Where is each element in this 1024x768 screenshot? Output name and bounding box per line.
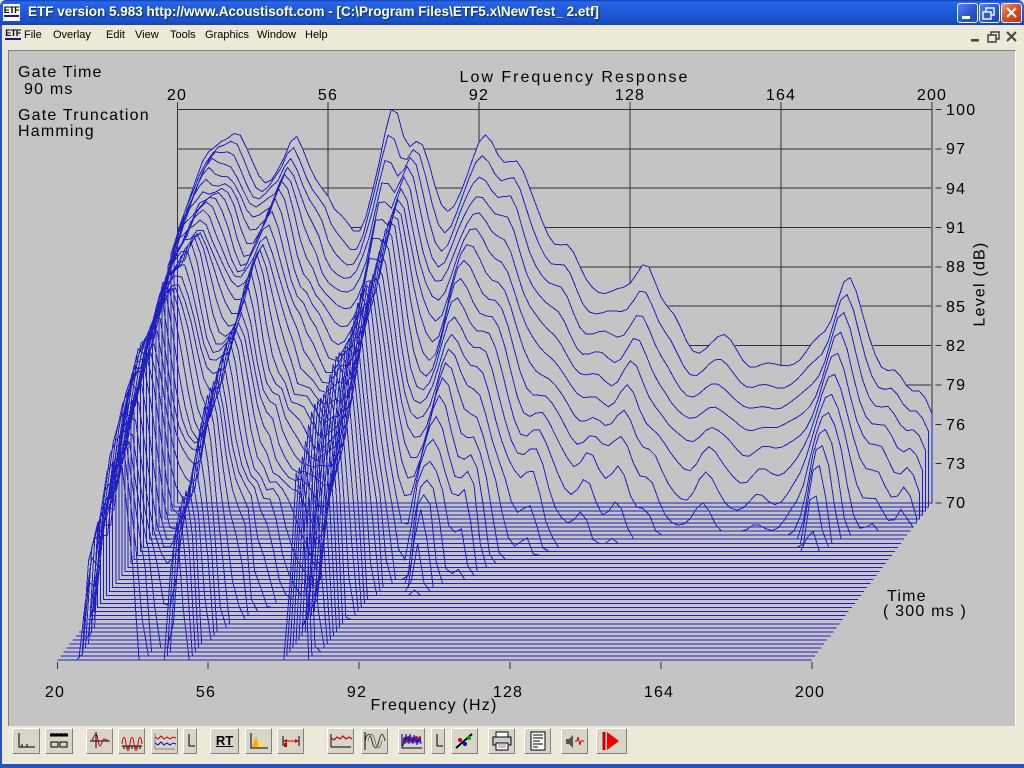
svg-text:73: 73 xyxy=(946,456,966,473)
svg-text:56: 56 xyxy=(196,684,216,701)
svg-text:128: 128 xyxy=(615,87,645,104)
svg-text:164: 164 xyxy=(766,87,796,104)
svg-text:56: 56 xyxy=(318,87,338,104)
svg-text:( 300 ms ): ( 300 ms ) xyxy=(883,603,967,620)
svg-text:20: 20 xyxy=(45,684,65,701)
svg-text:Hamming: Hamming xyxy=(18,123,95,140)
svg-text:91: 91 xyxy=(946,220,966,237)
svg-text:Low Frequency Response: Low Frequency Response xyxy=(460,69,690,86)
svg-text:Frequency (Hz): Frequency (Hz) xyxy=(370,697,497,714)
svg-text:70: 70 xyxy=(946,495,966,512)
svg-text:20: 20 xyxy=(167,87,187,104)
svg-text:97: 97 xyxy=(946,141,966,158)
svg-text:82: 82 xyxy=(946,338,966,355)
svg-text:200: 200 xyxy=(917,87,947,104)
svg-text:Gate Truncation: Gate Truncation xyxy=(18,107,150,124)
svg-text:76: 76 xyxy=(946,417,966,434)
svg-text:200: 200 xyxy=(795,684,825,701)
svg-text:164: 164 xyxy=(644,684,674,701)
svg-text:90 ms: 90 ms xyxy=(24,81,74,98)
svg-text:92: 92 xyxy=(469,87,489,104)
svg-text:79: 79 xyxy=(946,377,966,394)
svg-text:85: 85 xyxy=(946,299,966,316)
svg-text:Level (dB): Level (dB) xyxy=(972,242,989,327)
svg-text:92: 92 xyxy=(347,684,367,701)
svg-text:Gate Time: Gate Time xyxy=(18,64,103,81)
svg-text:88: 88 xyxy=(946,259,966,276)
svg-text:100: 100 xyxy=(946,102,976,119)
svg-text:94: 94 xyxy=(946,181,966,198)
